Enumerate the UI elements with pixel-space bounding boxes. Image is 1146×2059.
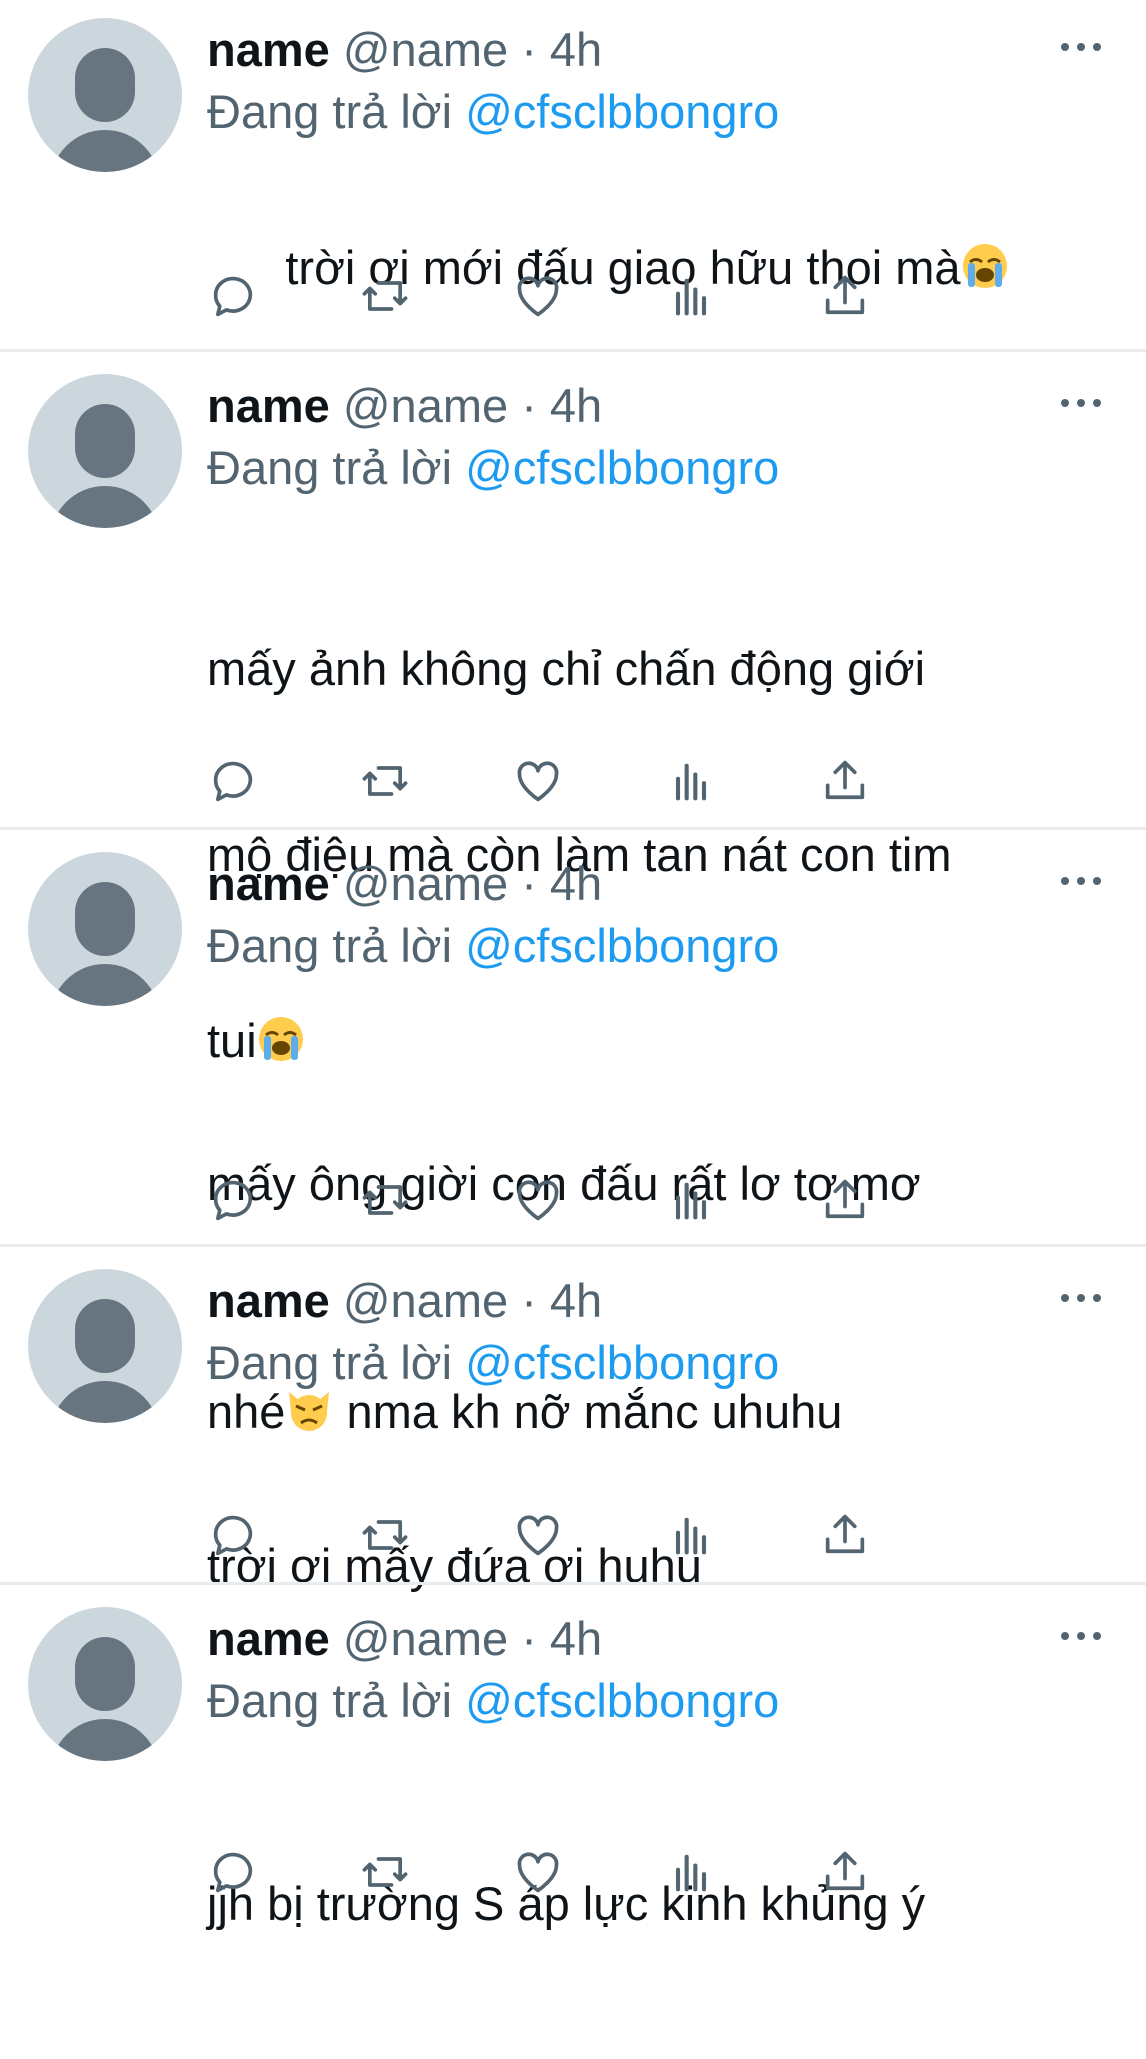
reply-prefix: Đang trả lời	[207, 919, 453, 972]
reply-icon[interactable]	[207, 1174, 267, 1234]
reply-mention-link[interactable]: @cfsclbbongro	[465, 441, 779, 494]
display-name[interactable]: name	[207, 1612, 330, 1665]
tweet-actions	[207, 270, 1007, 330]
like-icon[interactable]	[512, 1846, 572, 1906]
avatar[interactable]	[28, 852, 182, 1006]
tweet-header: name @name · 4h	[207, 1609, 602, 1669]
tweet-header: name @name · 4h	[207, 1271, 602, 1331]
user-handle[interactable]: @name	[343, 379, 508, 432]
tweet-header: name @name · 4h	[207, 376, 602, 436]
like-icon[interactable]	[512, 270, 572, 330]
reply-prefix: Đang trả lời	[207, 1336, 453, 1389]
timestamp[interactable]: 4h	[550, 857, 602, 910]
display-name[interactable]: name	[207, 1274, 330, 1327]
reply-context: Đang trả lời @cfsclbbongro	[207, 82, 779, 142]
reply-icon[interactable]	[207, 1509, 267, 1569]
retweet-icon[interactable]	[359, 1174, 419, 1234]
separator-dot: ·	[521, 23, 537, 76]
views-icon[interactable]	[665, 1509, 725, 1569]
reply-icon[interactable]	[207, 755, 267, 815]
tweet-actions	[207, 755, 1007, 815]
reply-mention-link[interactable]: @cfsclbbongro	[465, 85, 779, 138]
more-horizontal-icon[interactable]	[1056, 1283, 1106, 1313]
views-icon[interactable]	[665, 755, 725, 815]
more-horizontal-icon[interactable]	[1056, 1621, 1106, 1651]
views-icon[interactable]	[665, 1174, 725, 1234]
reply-icon[interactable]	[207, 1846, 267, 1906]
retweet-icon[interactable]	[359, 270, 419, 330]
display-name[interactable]: name	[207, 379, 330, 432]
avatar[interactable]	[28, 1269, 182, 1423]
like-icon[interactable]	[512, 1174, 572, 1234]
avatar[interactable]	[28, 1607, 182, 1761]
display-name[interactable]: name	[207, 857, 330, 910]
tweet[interactable]: name @name · 4h Đang trả lời @cfsclbbong…	[0, 1585, 1146, 1930]
share-icon[interactable]	[819, 1174, 879, 1234]
user-handle[interactable]: @name	[343, 23, 508, 76]
reply-mention-link[interactable]: @cfsclbbongro	[465, 1674, 779, 1727]
avatar[interactable]	[28, 374, 182, 528]
separator-dot: ·	[521, 1274, 537, 1327]
more-horizontal-icon[interactable]	[1056, 866, 1106, 896]
user-handle[interactable]: @name	[343, 857, 508, 910]
more-horizontal-icon[interactable]	[1056, 32, 1106, 62]
more-horizontal-icon[interactable]	[1056, 388, 1106, 418]
tweet-actions	[207, 1174, 1007, 1234]
reply-mention-link[interactable]: @cfsclbbongro	[465, 919, 779, 972]
retweet-icon[interactable]	[359, 755, 419, 815]
avatar[interactable]	[28, 18, 182, 172]
reply-prefix: Đang trả lời	[207, 85, 453, 138]
timestamp[interactable]: 4h	[550, 1612, 602, 1665]
views-icon[interactable]	[665, 1846, 725, 1906]
user-handle[interactable]: @name	[343, 1274, 508, 1327]
retweet-icon[interactable]	[359, 1846, 419, 1906]
tweet-text: trời ơi mới đấu giao hữu thoi mà	[207, 175, 1087, 361]
display-name[interactable]: name	[207, 23, 330, 76]
views-icon[interactable]	[665, 270, 725, 330]
reply-context: Đang trả lời @cfsclbbongro	[207, 916, 779, 976]
separator-dot: ·	[521, 857, 537, 910]
timestamp[interactable]: 4h	[550, 379, 602, 432]
separator-dot: ·	[521, 1612, 537, 1665]
share-icon[interactable]	[819, 1509, 879, 1569]
reply-context: Đang trả lời @cfsclbbongro	[207, 438, 779, 498]
reply-prefix: Đang trả lời	[207, 1674, 453, 1727]
tweet[interactable]: name @name · 4h Đang trả lời @cfsclbbong…	[0, 1247, 1146, 1592]
tweet-header: name @name · 4h	[207, 20, 602, 80]
tweet-actions	[207, 1509, 1007, 1569]
reply-icon[interactable]	[207, 270, 267, 330]
share-icon[interactable]	[819, 270, 879, 330]
tweet-actions	[207, 1846, 1007, 1906]
reply-mention-link[interactable]: @cfsclbbongro	[465, 1336, 779, 1389]
timestamp[interactable]: 4h	[550, 23, 602, 76]
like-icon[interactable]	[512, 755, 572, 815]
tweet-header: name @name · 4h	[207, 854, 602, 914]
share-icon[interactable]	[819, 755, 879, 815]
reply-context: Đang trả lời @cfsclbbongro	[207, 1333, 779, 1393]
user-handle[interactable]: @name	[343, 1612, 508, 1665]
timestamp[interactable]: 4h	[550, 1274, 602, 1327]
retweet-icon[interactable]	[359, 1509, 419, 1569]
tweet[interactable]: name @name · 4h Đang trả lời @cfsclbbong…	[0, 352, 1146, 1067]
reply-context: Đang trả lời @cfsclbbongro	[207, 1671, 779, 1731]
tweet[interactable]: name @name · 4h Đang trả lời @cfsclbbong…	[0, 830, 1146, 1438]
share-icon[interactable]	[819, 1846, 879, 1906]
tweet-text-line: mấy ảnh không chỉ chấn động giới	[207, 642, 926, 695]
tweet[interactable]: name @name · 4h Đang trả lời @cfsclbbong…	[0, 0, 1146, 350]
like-icon[interactable]	[512, 1509, 572, 1569]
separator-dot: ·	[521, 379, 537, 432]
reply-prefix: Đang trả lời	[207, 441, 453, 494]
